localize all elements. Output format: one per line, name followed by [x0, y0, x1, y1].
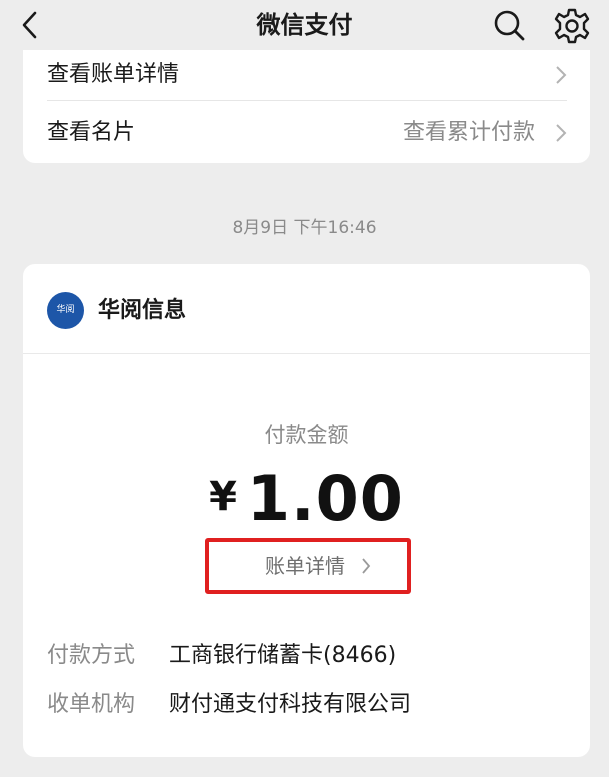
- chevron-right-icon: [556, 124, 567, 142]
- row-divider: [47, 100, 567, 101]
- acquirer-value: 财付通支付科技有限公司: [169, 692, 412, 717]
- card-divider: [23, 353, 590, 354]
- chevron-right-icon: [556, 66, 567, 84]
- gear-icon: [554, 8, 590, 44]
- payment-method-value: 工商银行储蓄卡(8466): [169, 643, 397, 668]
- acquirer-label: 收单机构: [47, 692, 136, 717]
- payment-notification-card[interactable]: 华阅 华阅信息 付款金额 ¥1.00 账单详情 付款方式 工商银行储蓄卡(846…: [23, 264, 590, 757]
- payment-method-label: 付款方式: [47, 643, 136, 668]
- view-business-card-row[interactable]: 查看名片 查看累计付款: [47, 107, 567, 159]
- bill-details-button[interactable]: 账单详情: [205, 538, 411, 594]
- bill-details-label: 账单详情: [265, 554, 345, 578]
- payment-method-row: 付款方式 工商银行储蓄卡(8466): [47, 640, 567, 672]
- back-button[interactable]: [14, 8, 48, 42]
- amount-value: 1.00: [246, 462, 404, 535]
- view-cumulative-payments-label: 查看累计付款: [402, 120, 535, 145]
- chevron-right-icon: [362, 558, 371, 574]
- navigation-bar: 微信支付: [0, 0, 609, 50]
- view-bill-details-row[interactable]: 查看账单详情: [47, 49, 567, 101]
- payment-amount: ¥1.00: [23, 462, 590, 535]
- chevron-left-icon: [22, 11, 37, 39]
- view-bill-details-label: 查看账单详情: [47, 62, 180, 87]
- message-timestamp: 8月9日 下午16:46: [232, 218, 377, 238]
- search-button[interactable]: [490, 6, 528, 44]
- merchant-name: 华阅信息: [98, 298, 187, 323]
- currency-symbol: ¥: [209, 474, 237, 520]
- settings-button[interactable]: [552, 6, 592, 46]
- view-business-card-label: 查看名片: [47, 120, 136, 145]
- merchant-logo: 华阅: [47, 292, 84, 329]
- acquirer-row: 收单机构 财付通支付科技有限公司: [47, 689, 567, 721]
- amount-label: 付款金额: [264, 423, 349, 447]
- search-icon: [494, 10, 525, 41]
- links-card: 查看账单详情 查看名片 查看累计付款: [23, 50, 590, 163]
